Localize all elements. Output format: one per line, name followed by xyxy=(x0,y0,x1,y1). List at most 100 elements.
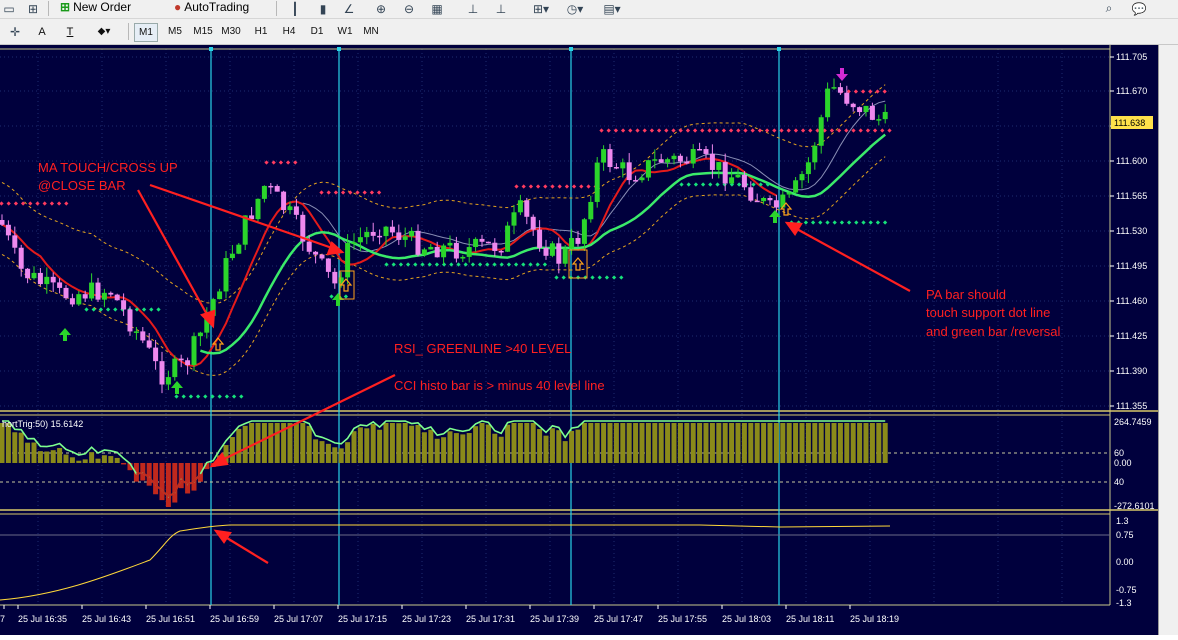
candle-body xyxy=(332,271,338,284)
cci-histogram-bar xyxy=(799,423,805,463)
cci-histogram-bar xyxy=(25,442,31,463)
candle-body xyxy=(0,220,5,225)
cci-histogram-bar xyxy=(863,423,869,463)
candle-body xyxy=(818,117,824,146)
price-label: 111.390 xyxy=(1116,366,1147,376)
autoscroll-icon[interactable]: ⊥ xyxy=(492,1,510,16)
cci-histogram-bar xyxy=(581,423,587,463)
timeframe-m30[interactable]: M30 xyxy=(220,23,242,40)
annotation-pa-3: and green bar /reversal xyxy=(926,324,1061,339)
zoom-in-icon[interactable]: ⊕ xyxy=(372,1,390,16)
cci-histogram-bar xyxy=(722,423,728,463)
candle-body xyxy=(82,294,88,299)
candle-body xyxy=(837,87,843,93)
time-label: 25 Jul 18:03 xyxy=(722,614,771,624)
cci-histogram-bar xyxy=(543,435,549,463)
timeframe-m1[interactable]: M1 xyxy=(134,23,158,42)
candle-body xyxy=(793,180,799,193)
bar-chart-icon[interactable]: ┃ xyxy=(286,1,304,16)
candles-icon[interactable]: ▮ xyxy=(314,1,332,16)
cci-histogram-bar xyxy=(159,463,165,501)
line-icon[interactable]: ∠ xyxy=(340,1,358,16)
candle-body xyxy=(293,206,299,215)
chart-shift-icon[interactable]: ⊥ xyxy=(464,1,482,16)
candle-body xyxy=(63,287,69,299)
sub1-axis-label: 60 xyxy=(1114,448,1124,458)
candle-body xyxy=(223,258,229,292)
candle-body xyxy=(12,235,18,248)
candle-body xyxy=(857,107,863,113)
right-scroll-strip[interactable] xyxy=(1158,45,1178,635)
timeframe-h4[interactable]: H4 xyxy=(278,23,300,40)
candle-body xyxy=(447,242,453,246)
candlestick-icon[interactable]: ⊞ xyxy=(24,1,42,16)
candle-body xyxy=(31,272,37,279)
zoom-out-icon[interactable]: ⊖ xyxy=(400,1,418,16)
candle-body xyxy=(607,149,613,168)
time-label: 25 Jul 17:55 xyxy=(658,614,707,624)
timeframe-w1[interactable]: W1 xyxy=(334,23,356,40)
cci-histogram-bar xyxy=(447,431,453,463)
candle-body xyxy=(453,242,459,259)
candle-body xyxy=(652,159,658,161)
candle-body xyxy=(50,276,56,283)
rsi-line-low xyxy=(136,471,143,475)
autotrading-button[interactable]: ● AutoTrading xyxy=(174,0,249,14)
price-label: 111.530 xyxy=(1116,226,1147,236)
candle-body xyxy=(127,309,133,332)
cci-histogram-bar xyxy=(409,425,415,463)
cci-histogram-bar xyxy=(825,423,831,463)
price-label: 111.355 xyxy=(1116,401,1147,411)
cursor-icon[interactable]: ✛ xyxy=(6,24,24,39)
cci-histogram-bar xyxy=(741,423,747,463)
timeframe-m15[interactable]: M15 xyxy=(192,23,214,40)
candle-body xyxy=(57,282,63,288)
cci-histogram-bar xyxy=(466,433,472,463)
price-chart[interactable]: MA TOUCH/CROSS UP @CLOSE BAR RSI_ GREENL… xyxy=(0,45,1158,635)
timeframe-mn[interactable]: MN xyxy=(360,23,382,40)
cci-histogram-bar xyxy=(665,423,671,463)
candle-body xyxy=(274,186,280,192)
candle-body xyxy=(876,119,882,121)
candle-body xyxy=(229,253,235,259)
timeframe-d1[interactable]: D1 xyxy=(306,23,328,40)
annotation-cci: CCI histo bar is > minus 40 level line xyxy=(394,378,605,393)
timeframe-h1[interactable]: H1 xyxy=(250,23,272,40)
time-label: 25 Jul 16:43 xyxy=(82,614,131,624)
templates-icon[interactable]: ▤▾ xyxy=(598,1,626,16)
price-label: 111.705 xyxy=(1116,52,1147,62)
chat-icon[interactable]: 💬 xyxy=(1126,1,1152,16)
time-label: 25 Jul 17:47 xyxy=(594,614,643,624)
clock-icon[interactable]: ◷▾ xyxy=(562,1,588,16)
search-icon[interactable]: ⌕ xyxy=(1100,1,1118,16)
toolbar-separator xyxy=(128,23,129,40)
cci-histogram-bar xyxy=(191,463,197,491)
cci-histogram-bar xyxy=(300,423,306,463)
chart-background xyxy=(0,45,1158,635)
time-label: 25 Jul 17:15 xyxy=(338,614,387,624)
cci-histogram-bar xyxy=(498,436,504,463)
candle-body xyxy=(697,149,703,151)
cci-histogram-bar xyxy=(364,428,370,463)
cci-histogram-bar xyxy=(524,423,530,463)
time-label: 25 Jul 16:35 xyxy=(18,614,67,624)
tile-windows-icon[interactable]: ▦ xyxy=(428,1,446,16)
annotation-ma-touch-2: @CLOSE BAR xyxy=(38,178,126,193)
cci-histogram-bar xyxy=(274,423,280,463)
objects-dropdown-icon[interactable]: ◆▾ xyxy=(90,23,118,40)
cci-histogram-bar xyxy=(140,463,146,481)
cci-histogram-bar xyxy=(345,442,351,463)
text-tool-a[interactable]: A xyxy=(34,23,50,40)
cci-histogram-bar xyxy=(729,423,735,463)
new-order-button[interactable]: ⊞ New Order xyxy=(60,0,131,14)
cci-histogram-bar xyxy=(370,423,376,463)
timeframe-m5[interactable]: M5 xyxy=(164,23,186,40)
candle-body xyxy=(741,174,747,188)
text-label-tool-t[interactable]: T xyxy=(62,23,78,40)
indicators-icon[interactable]: ⊞▾ xyxy=(528,1,554,16)
candle-body xyxy=(25,268,31,279)
chart-window[interactable]: MA TOUCH/CROSS UP @CLOSE BAR RSI_ GREENL… xyxy=(0,45,1158,635)
candle-body xyxy=(351,242,357,244)
line-chart-icon[interactable]: ▭ xyxy=(0,1,18,16)
cci-histogram-bar xyxy=(844,423,850,463)
